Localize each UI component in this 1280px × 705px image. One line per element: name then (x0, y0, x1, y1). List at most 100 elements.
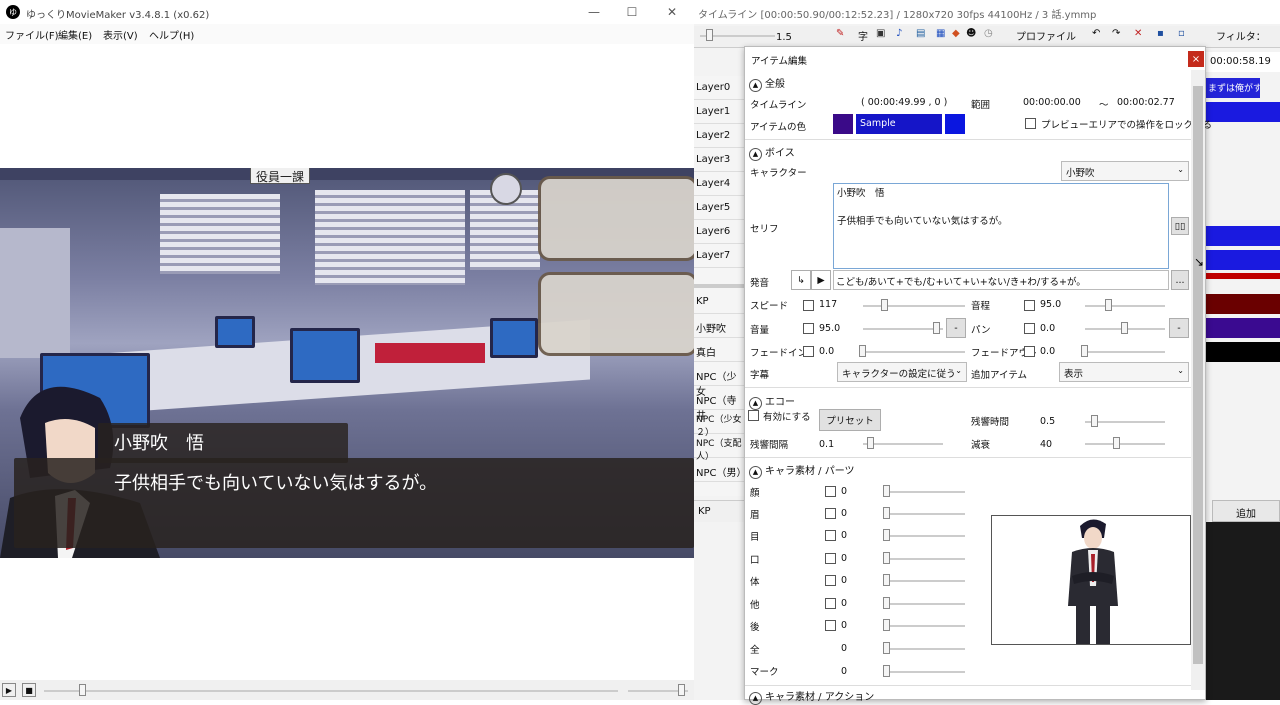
layer-label[interactable]: Layer2 (694, 124, 746, 148)
layer-label[interactable]: Layer0 (694, 76, 746, 100)
character-select[interactable]: 小野吹 ⌄ (1061, 161, 1189, 181)
pan-reset-button[interactable]: - (1169, 318, 1189, 338)
section-echo[interactable]: ▲ エコー (749, 393, 795, 410)
serif-textarea[interactable]: 小野吹 悟 子供相手でも向いていない気はするが。 (833, 183, 1169, 269)
minimize-icon[interactable]: — (574, 0, 614, 24)
play-voice-icon[interactable]: ▶ (811, 270, 831, 290)
part-checkbox[interactable] (825, 620, 836, 631)
part-checkbox[interactable] (825, 508, 836, 519)
color-swatch-blue[interactable] (945, 114, 965, 134)
preview-area[interactable]: 役員一課 小野吹 悟 子供相手でも向いていない気はするが。 (0, 168, 694, 558)
character-label[interactable]: NPC（少女２） (694, 410, 746, 438)
play-icon[interactable]: ▶ (2, 683, 16, 697)
layer-label[interactable]: Layer1 (694, 100, 746, 124)
menu-edit[interactable]: 編集(E) (58, 27, 92, 42)
preset-button[interactable]: プリセット (819, 409, 881, 431)
add-button[interactable]: 追加 (1212, 500, 1280, 522)
speed-checkbox[interactable] (803, 300, 814, 311)
speed-slider[interactable] (863, 299, 965, 311)
section-voice[interactable]: ▲ ボイス (749, 144, 795, 161)
volume-slider[interactable] (628, 684, 688, 696)
section-general[interactable]: ▲ 全般 (749, 75, 785, 92)
more-button[interactable]: ... (1171, 270, 1189, 290)
section-action[interactable]: ▲ キャラ素材 / アクション (749, 688, 874, 705)
volume-reset-button[interactable]: - (946, 318, 966, 338)
part-checkbox[interactable] (825, 575, 836, 586)
timeline-clip[interactable] (1206, 342, 1280, 362)
audio-tool-icon[interactable]: ♪ (896, 28, 902, 39)
part-checkbox[interactable] (825, 486, 836, 497)
part-slider[interactable] (883, 642, 965, 654)
return-icon[interactable]: ↳ (791, 270, 811, 290)
profile-button[interactable]: プロファイル (1016, 28, 1076, 43)
character-label[interactable]: NPC（少女 (694, 362, 746, 398)
part-slider[interactable] (883, 597, 965, 609)
menu-view[interactable]: 表示(V) (103, 27, 138, 42)
layer-label[interactable]: Layer3 (694, 148, 746, 172)
timeline-clip[interactable] (1206, 318, 1280, 338)
menu-help[interactable]: ヘルプ(H) (149, 27, 194, 42)
echo-enable-checkbox[interactable] (748, 410, 759, 421)
effect-tool-icon[interactable]: ◆ (952, 28, 960, 39)
pronunciation-input[interactable]: こども/あいて+でも/む+いて+い+ない/き+わ/する+が。 (833, 270, 1169, 290)
video-tool-icon[interactable]: ▣ (876, 28, 885, 39)
layer-label[interactable]: Layer4 (694, 172, 746, 196)
part-checkbox[interactable] (825, 598, 836, 609)
part-slider[interactable] (883, 529, 965, 541)
splitter[interactable] (694, 284, 746, 288)
redo-icon[interactable]: ↷ (1112, 28, 1120, 39)
lock-checkbox[interactable] (1025, 118, 1036, 129)
part-slider[interactable] (883, 485, 965, 497)
timeline-clip[interactable] (1206, 102, 1280, 122)
zoom-slider[interactable] (700, 29, 775, 41)
character-label[interactable]: NPC（支配人） (694, 434, 746, 462)
pan-slider[interactable] (1085, 322, 1165, 334)
decay-slider[interactable] (1085, 437, 1165, 449)
timeline-clip[interactable] (1206, 294, 1280, 314)
clock-icon[interactable]: ◷ (984, 28, 993, 39)
undo-icon[interactable]: ↶ (1092, 28, 1100, 39)
pitch-slider[interactable] (1085, 299, 1165, 311)
editor-close-icon[interactable]: × (1188, 51, 1204, 67)
pitch-checkbox[interactable] (1024, 300, 1035, 311)
reverb-time-slider[interactable] (1085, 415, 1165, 427)
pan-checkbox[interactable] (1024, 323, 1035, 334)
timeline-clip[interactable] (1206, 250, 1280, 270)
dictionary-icon[interactable]: ▯▯ (1171, 217, 1189, 235)
part-checkbox[interactable] (825, 553, 836, 564)
export-icon[interactable]: ▫ (1178, 28, 1185, 39)
part-slider[interactable] (883, 619, 965, 631)
part-slider[interactable] (883, 665, 965, 677)
part-checkbox[interactable] (825, 530, 836, 541)
part-slider[interactable] (883, 552, 965, 564)
character-label[interactable]: NPC（寺井 (694, 386, 746, 422)
voice-tool-icon[interactable]: ✎ (836, 28, 844, 39)
part-slider[interactable] (883, 574, 965, 586)
stop-icon[interactable]: ■ (22, 683, 36, 697)
timeline-clip[interactable] (1206, 226, 1280, 246)
volume-slider[interactable] (863, 322, 943, 334)
character-label[interactable]: KP (694, 290, 746, 314)
maximize-icon[interactable]: ☐ (612, 0, 652, 24)
menu-file[interactable]: ファイル(F) (5, 27, 59, 42)
scrollbar-thumb[interactable] (1193, 86, 1203, 664)
character-label[interactable]: NPC（男） (694, 458, 747, 482)
additem-select[interactable]: 表示 ⌄ (1059, 362, 1189, 382)
interval-slider[interactable] (863, 437, 943, 449)
subtitle-select[interactable]: キャラクターの設定に従う ⌄ (837, 362, 967, 382)
timeline-clip[interactable] (1206, 273, 1280, 279)
section-parts[interactable]: ▲ キャラ素材 / パーツ (749, 462, 855, 479)
image-tool-icon[interactable]: ▤ (916, 28, 925, 39)
shape-tool-icon[interactable]: ▦ (936, 28, 945, 39)
fadeout-checkbox[interactable] (1024, 346, 1035, 357)
layer-label[interactable]: Layer5 (694, 196, 746, 220)
fadein-checkbox[interactable] (803, 346, 814, 357)
layer-label[interactable]: Layer7 (694, 244, 746, 268)
part-slider[interactable] (883, 507, 965, 519)
character-label[interactable]: 真白 (694, 338, 746, 362)
text-tool-icon[interactable]: 字 (858, 28, 868, 43)
color-swatch-dark[interactable] (833, 114, 853, 134)
character-tool-icon[interactable]: ☻ (966, 28, 976, 39)
save-icon[interactable]: ▪ (1157, 28, 1164, 39)
seek-slider[interactable] (44, 684, 618, 696)
